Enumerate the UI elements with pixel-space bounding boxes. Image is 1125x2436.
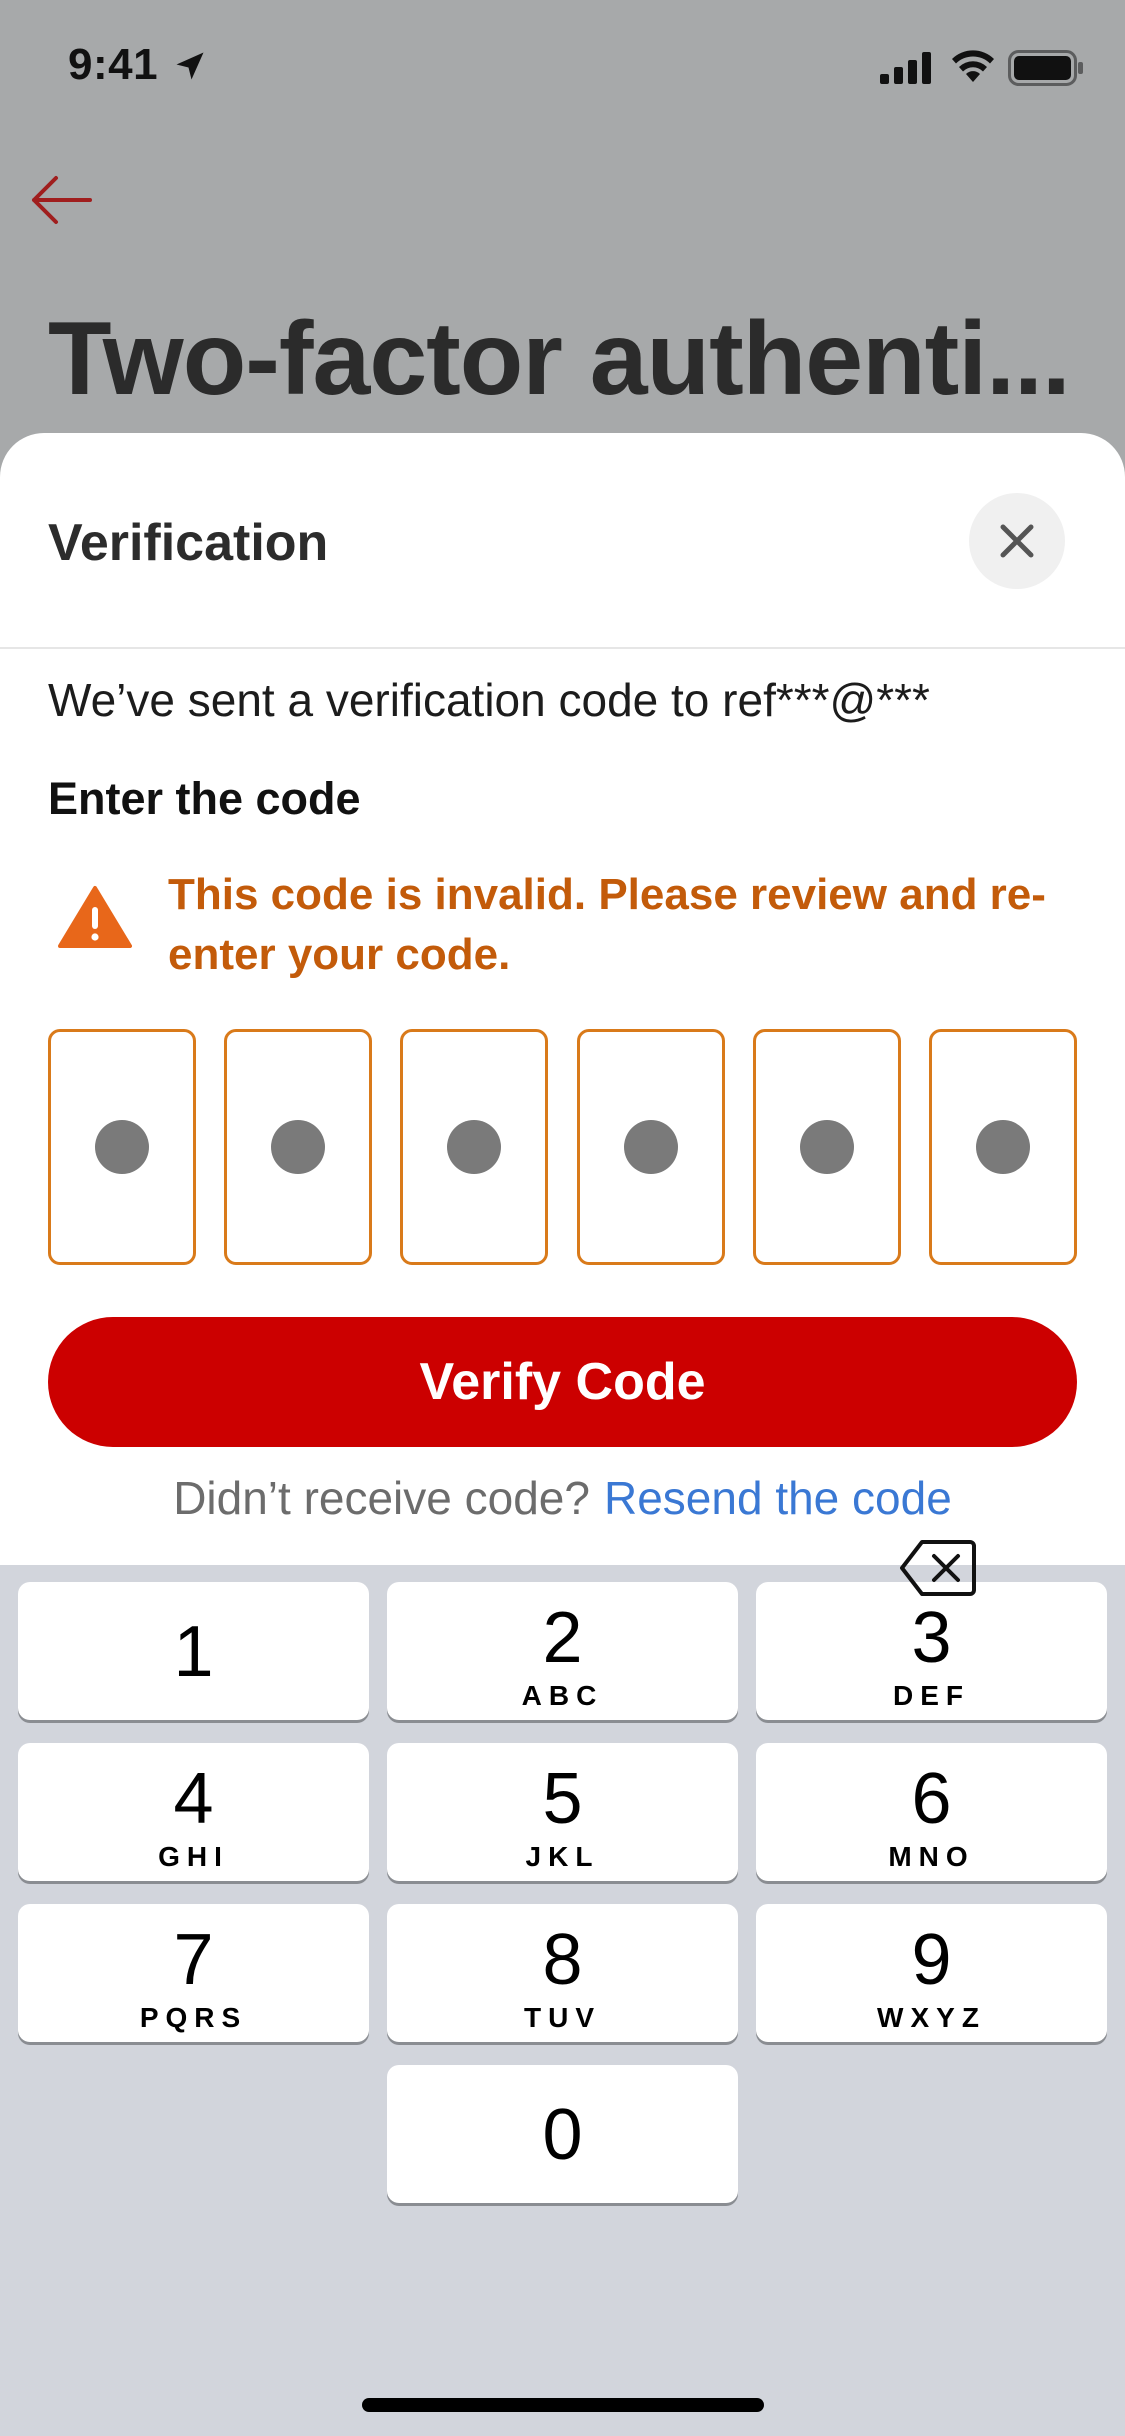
wifi-icon — [952, 50, 994, 82]
home-indicator — [362, 2398, 764, 2412]
key-number: 5 — [542, 1759, 583, 1839]
resend-question: Didn’t receive code? — [173, 1472, 590, 1524]
key-number: 7 — [173, 1920, 214, 2000]
masked-digit-dot — [447, 1120, 502, 1174]
status-bar: 9:41 — [0, 0, 1125, 140]
key-number: 2 — [542, 1598, 583, 1678]
key-2[interactable]: 2 ABC — [387, 1582, 738, 1720]
resend-row: Didn’t receive code? Resend the code — [0, 1471, 1125, 1525]
code-digit-input[interactable] — [928, 1029, 1077, 1265]
key-letters: JKL — [525, 1841, 600, 1872]
key-letters: MNO — [888, 1841, 975, 1872]
numeric-keypad: 1 2 ABC 3 DEF 4 GHI 5 JKL 6 MNO 7 PQRS 8… — [0, 1565, 1125, 2436]
battery-icon — [1008, 50, 1083, 86]
back-arrow-icon[interactable] — [26, 170, 96, 230]
code-digit-input[interactable] — [400, 1029, 549, 1265]
status-time: 9:41 — [68, 40, 159, 89]
close-icon — [1000, 524, 1034, 558]
key-8[interactable]: 8 TUV — [387, 1904, 738, 2042]
key-number: 9 — [911, 1920, 952, 2000]
enter-code-label: Enter the code — [48, 773, 361, 824]
resend-code-link[interactable]: Resend the code — [604, 1472, 952, 1524]
key-0[interactable]: 0 — [387, 2065, 738, 2203]
key-letters: PQRS — [139, 2002, 248, 2033]
key-letters: DEF — [893, 1680, 970, 1711]
key-3[interactable]: 3 DEF — [756, 1582, 1107, 1720]
code-digit-input[interactable] — [224, 1029, 373, 1265]
location-arrow-icon — [176, 52, 204, 80]
masked-digit-dot — [799, 1120, 854, 1174]
key-number: 6 — [911, 1759, 952, 1839]
key-letters: GHI — [158, 1841, 229, 1872]
code-digit-input[interactable] — [752, 1029, 901, 1265]
key-7[interactable]: 7 PQRS — [18, 1904, 369, 2042]
page-title: Two-factor authenti... — [48, 301, 1071, 417]
key-4[interactable]: 4 GHI — [18, 1743, 369, 1881]
code-digit-input[interactable] — [576, 1029, 725, 1265]
cellular-signal-icon — [880, 52, 931, 84]
key-6[interactable]: 6 MNO — [756, 1743, 1107, 1881]
verify-code-button[interactable]: Verify Code — [48, 1317, 1077, 1447]
masked-digit-dot — [271, 1120, 326, 1174]
code-input-group — [48, 1029, 1077, 1269]
code-sent-message: We’ve sent a verification code to ref***… — [48, 674, 930, 726]
error-message: This code is invalid. Please review and … — [168, 870, 1046, 979]
masked-digit-dot — [623, 1120, 678, 1174]
key-number: 4 — [173, 1759, 214, 1839]
warning-icon — [58, 886, 132, 948]
close-button[interactable] — [969, 493, 1065, 589]
key-1[interactable]: 1 — [18, 1582, 369, 1720]
key-9[interactable]: 9 WXYZ — [756, 1904, 1107, 2042]
key-number: 1 — [173, 1612, 214, 1692]
code-digit-input[interactable] — [48, 1029, 196, 1265]
key-letters: ABC — [521, 1680, 604, 1711]
delete-backspace-icon[interactable] — [898, 1538, 978, 1598]
verification-sheet: Verification We’ve sent a verification c… — [0, 433, 1125, 1565]
sheet-header: Verification — [0, 433, 1125, 649]
key-number: 8 — [542, 1920, 583, 2000]
masked-digit-dot — [95, 1120, 149, 1174]
masked-digit-dot — [975, 1120, 1030, 1174]
sheet-title: Verification — [48, 514, 329, 572]
key-letters: WXYZ — [877, 2002, 986, 2033]
key-5[interactable]: 5 JKL — [387, 1743, 738, 1881]
key-number: 0 — [542, 2095, 583, 2175]
key-letters: TUV — [524, 2002, 601, 2033]
